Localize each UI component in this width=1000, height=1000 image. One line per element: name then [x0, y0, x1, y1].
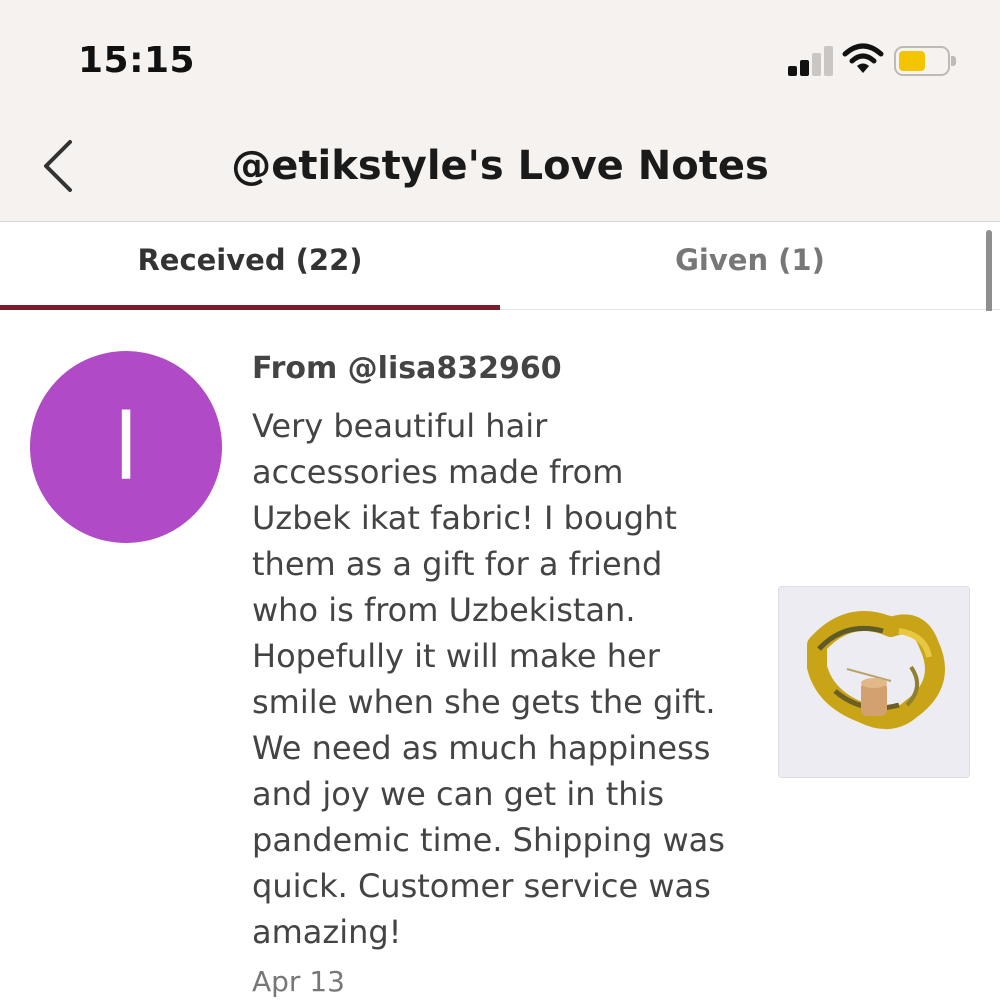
status-bar: 15:15: [0, 0, 1000, 110]
chevron-left-icon[interactable]: [36, 136, 82, 196]
tab-received[interactable]: Received (22): [0, 222, 500, 310]
avatar[interactable]: l: [30, 351, 222, 543]
love-note-item: l From @lisa832960 Very beautiful hair a…: [0, 311, 1000, 1000]
product-thumbnail[interactable]: [778, 586, 970, 778]
active-tab-indicator: [0, 305, 500, 310]
page-title: @etikstyle's Love Notes: [231, 143, 769, 189]
note-message: Very beautiful hair accessories made fro…: [252, 407, 725, 951]
tab-bar: Received (22) Given (1): [0, 222, 1000, 310]
status-icons: [786, 42, 966, 82]
note-sender[interactable]: From @lisa832960: [252, 351, 562, 386]
battery-icon: [894, 46, 956, 76]
status-time: 15:15: [78, 40, 196, 81]
cellular-signal-icon: [786, 42, 836, 76]
nav-header: @etikstyle's Love Notes: [0, 110, 1000, 222]
hair-accessory-image: [779, 587, 969, 777]
tab-given[interactable]: Given (1): [500, 222, 1000, 310]
wifi-icon: [842, 43, 884, 73]
note-date: Apr 13: [252, 965, 345, 998]
